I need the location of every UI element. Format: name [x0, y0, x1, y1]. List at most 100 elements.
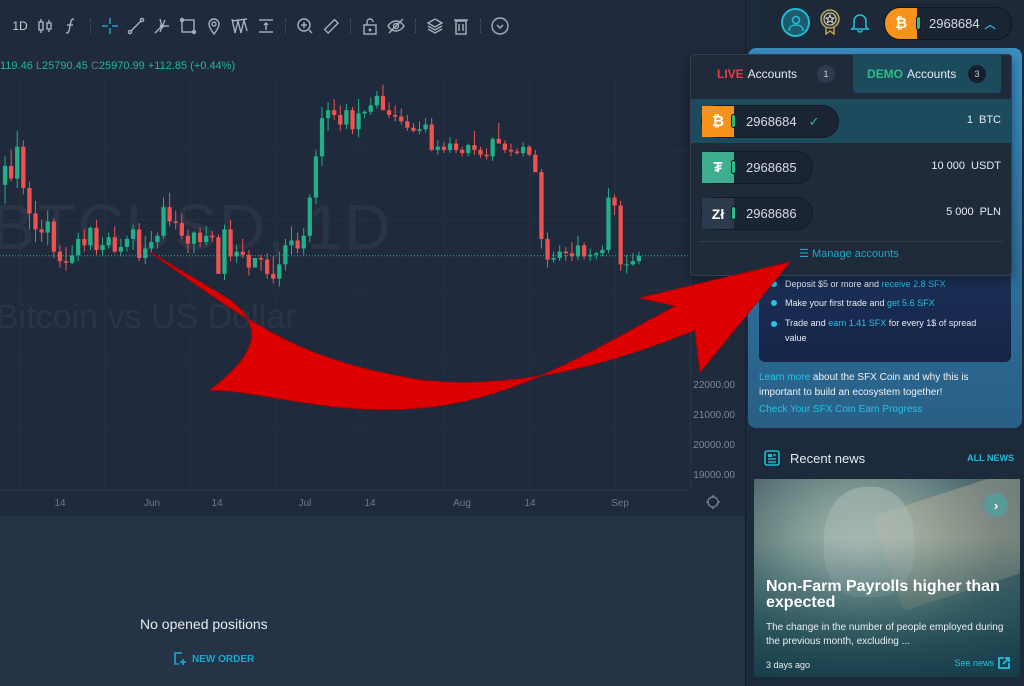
pattern-icon[interactable]	[228, 14, 252, 38]
candle	[179, 213, 184, 239]
candle-body	[356, 113, 361, 130]
candle	[600, 245, 605, 257]
pitchfork-icon[interactable]	[150, 14, 174, 38]
crosshair-icon[interactable]	[98, 14, 122, 38]
tab-live-accounts[interactable]: LIVE Accounts 1	[691, 55, 851, 93]
measure-text-icon[interactable]	[254, 14, 278, 38]
chart-toolbar: 1D	[0, 8, 513, 44]
candle-body	[240, 251, 245, 255]
candle-body	[472, 145, 477, 150]
account-status-notch	[731, 206, 736, 220]
chart-settings-button[interactable]	[705, 494, 725, 512]
next-news-button[interactable]: ›	[984, 493, 1008, 517]
candle-body	[234, 251, 239, 257]
candle	[277, 251, 282, 287]
candle-body	[411, 127, 416, 131]
indicators-icon[interactable]	[59, 14, 83, 38]
candle-body	[606, 197, 611, 251]
time-scale[interactable]: 14 Jun 14 Jul 14 Aug 14 Sep	[0, 490, 690, 516]
candle	[197, 227, 203, 247]
candle	[2, 156, 8, 204]
candle	[21, 140, 26, 195]
interval-button[interactable]: 1D	[9, 14, 31, 38]
account-row[interactable]: ₮ 2968685 10 000 USDT	[691, 145, 1011, 189]
candle-body	[447, 143, 453, 150]
candle	[112, 226, 117, 254]
chart-panel: 1D 119.46 L25790.45 C25970.99 +112.85 (+…	[0, 0, 745, 516]
recent-news-title: Recent news	[790, 451, 866, 466]
candle-body	[338, 114, 343, 125]
account-selector[interactable]: ₿ 2968684 ︿	[884, 7, 1012, 40]
rewards-medal-icon[interactable]	[818, 9, 842, 35]
candle-body	[45, 221, 50, 233]
candle	[502, 140, 507, 154]
candle	[368, 97, 373, 115]
candle-body	[362, 111, 367, 114]
candle-body	[2, 165, 8, 185]
candle	[405, 114, 410, 131]
toolbar-divider	[285, 19, 286, 33]
candle	[161, 197, 166, 239]
candle-body	[386, 110, 392, 115]
download-icon[interactable]	[488, 14, 512, 38]
candle	[399, 108, 404, 125]
earn-progress-link[interactable]: Check Your SFX Coin Earn Progress	[759, 404, 922, 415]
promo-bullet-3-cont: value	[785, 333, 807, 343]
chart-plot[interactable]: BTCUSD, 1D Bitcoin vs US Dollar	[0, 80, 690, 490]
hide-icon[interactable]	[384, 14, 408, 38]
account-row[interactable]: Zł 2968686 5 000 PLN	[691, 191, 1011, 235]
profile-button[interactable]	[781, 8, 810, 37]
tab-demo-accounts[interactable]: DEMO Accounts 3	[853, 55, 1001, 93]
candle-body	[319, 118, 325, 157]
candle	[210, 230, 215, 243]
account-number: 2968684	[746, 114, 797, 129]
pin-icon[interactable]	[202, 14, 226, 38]
all-news-link[interactable]: ALL NEWS	[967, 453, 1014, 463]
notifications-bell-icon[interactable]	[850, 11, 870, 33]
candle-body	[277, 264, 282, 279]
price-tick-label: 22000.00	[693, 380, 735, 391]
candle	[100, 237, 105, 257]
app-root: 1D 119.46 L25790.45 C25970.99 +112.85 (+…	[0, 0, 1024, 686]
see-news-link[interactable]: See news	[954, 657, 1010, 669]
candle-body	[173, 221, 178, 224]
accounts-tabs: LIVE Accounts 1 DEMO Accounts 3	[691, 55, 1011, 95]
candle	[283, 238, 288, 271]
candle	[618, 200, 623, 271]
candle	[533, 149, 538, 173]
trash-icon[interactable]	[449, 14, 473, 38]
price-tick-label: 19000.00	[693, 470, 735, 481]
lock-icon[interactable]	[358, 14, 382, 38]
candle-body	[575, 245, 581, 257]
candle-body	[374, 95, 379, 106]
toolbar-divider	[480, 19, 481, 33]
promo-bullet-1: Deposit $5 or more and receive 2.8 SFX	[785, 279, 946, 289]
trendline-icon[interactable]	[124, 14, 148, 38]
ohlc-change: +112.85 (+0.44%)	[147, 60, 236, 72]
candle-body	[76, 238, 81, 256]
bitcoin-icon: ₿	[702, 106, 734, 137]
candle	[57, 245, 63, 268]
candle	[155, 232, 160, 249]
candle-body	[258, 257, 264, 260]
rectangle-icon[interactable]	[176, 14, 200, 38]
account-row[interactable]: ₿ 2968684 ✓ 1 BTC	[691, 99, 1011, 143]
candle-body	[100, 245, 105, 251]
candle-body	[332, 110, 337, 115]
ruler-icon[interactable]	[319, 14, 343, 38]
manage-accounts-link[interactable]: ☰ Manage accounts	[799, 247, 899, 260]
candles-icon[interactable]	[33, 14, 57, 38]
news-card[interactable]: › Non-Farm Payrolls higher than expected…	[754, 479, 1020, 677]
zoom-in-icon[interactable]	[293, 14, 317, 38]
candle	[45, 210, 50, 246]
layers-icon[interactable]	[423, 14, 447, 38]
bitcoin-icon: ₿	[885, 8, 921, 39]
candle	[137, 223, 142, 262]
candle-body	[551, 257, 556, 260]
candle	[252, 257, 258, 268]
learn-more-link[interactable]: Learn more	[759, 372, 810, 383]
candle	[228, 219, 233, 262]
candle	[386, 102, 392, 119]
ohlc-close: 25970.99	[98, 60, 145, 72]
new-order-button[interactable]: NEW ORDER	[173, 652, 254, 666]
